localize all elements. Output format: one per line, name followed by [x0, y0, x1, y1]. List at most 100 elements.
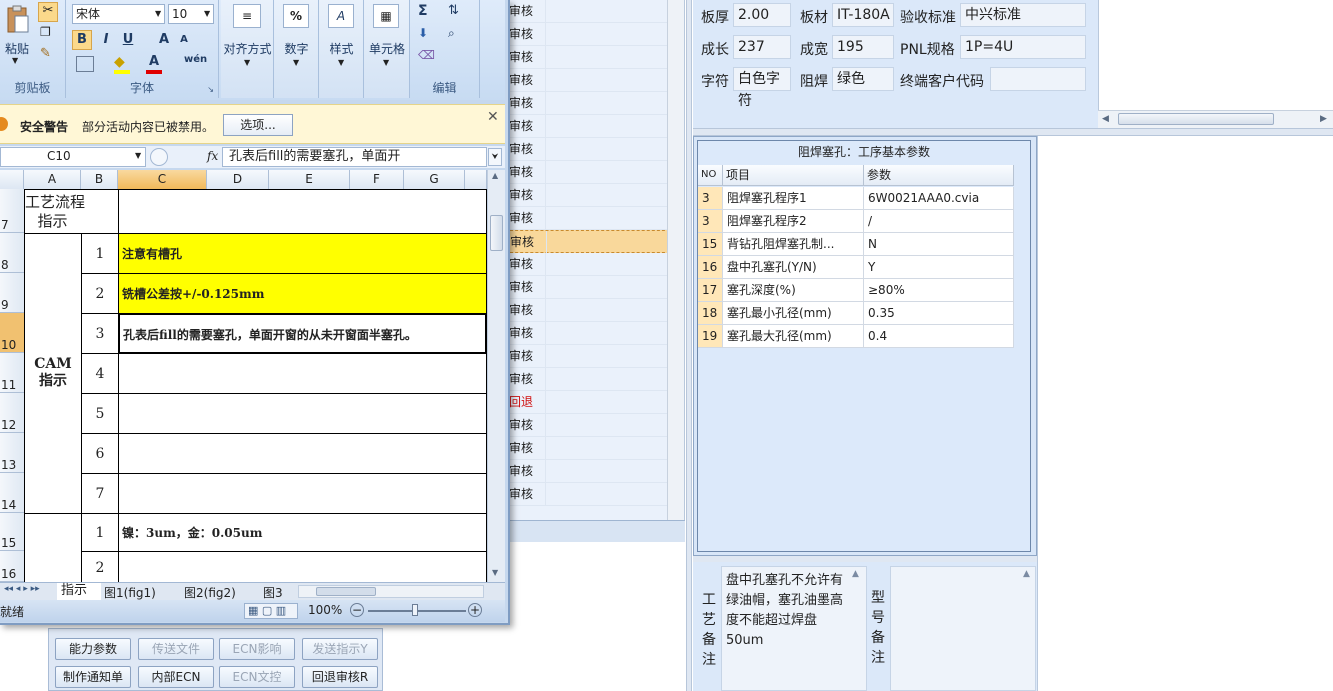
- list-row[interactable]: 审核: [505, 368, 670, 391]
- param-row-no[interactable]: 16: [698, 256, 723, 279]
- tab-hscroll-thumb[interactable]: [316, 587, 376, 596]
- zoom-level[interactable]: 100%: [308, 603, 342, 617]
- cell-b[interactable]: 1: [81, 513, 119, 552]
- param-row-no[interactable]: 17: [698, 279, 723, 302]
- param-row-value[interactable]: 6W0021AAA0.cvia: [864, 187, 1014, 210]
- cell-b[interactable]: 7: [81, 473, 119, 514]
- grow-font-button[interactable]: A: [154, 30, 174, 50]
- copy-icon[interactable]: ❐: [40, 25, 51, 39]
- cell-c[interactable]: 孔表后fill的需要塞孔，单面开窗的从未开窗面半塞孔。: [118, 313, 487, 354]
- col-header-no[interactable]: NO: [698, 165, 723, 186]
- security-options-button[interactable]: 选项...: [223, 114, 293, 136]
- row-header[interactable]: 11: [0, 353, 24, 393]
- fill-icon[interactable]: ⬇: [418, 26, 428, 40]
- cell-b[interactable]: 6: [81, 433, 119, 474]
- vertical-scroll-thumb[interactable]: [490, 215, 503, 251]
- column-header[interactable]: D: [207, 170, 269, 189]
- internal-ecn-button[interactable]: 内部ECN: [138, 666, 214, 688]
- paste-icon[interactable]: [6, 4, 30, 36]
- number-dropdown-icon[interactable]: ▼: [293, 58, 299, 67]
- vertical-scrollbar[interactable]: ▲ ▼: [487, 170, 505, 582]
- cell-b[interactable]: 2: [81, 551, 119, 583]
- scroll-down-arrow-icon[interactable]: ▼: [492, 568, 498, 577]
- param-row-value[interactable]: /: [864, 210, 1014, 233]
- number-group[interactable]: % 数字 ▼: [274, 0, 319, 98]
- list-row[interactable]: 审核: [505, 115, 670, 138]
- tab-fig3[interactable]: 图3: [263, 584, 283, 601]
- sort-icon[interactable]: ⇅: [448, 3, 459, 18]
- list-row[interactable]: 审核: [505, 437, 670, 460]
- param-row-value[interactable]: 0.35: [864, 302, 1014, 325]
- paste-button[interactable]: 粘贴: [2, 40, 32, 57]
- param-row-item[interactable]: 阻焊塞孔程序2: [723, 210, 864, 233]
- horizontal-splitter[interactable]: [693, 128, 1333, 136]
- format-painter-icon[interactable]: ✎: [40, 46, 51, 61]
- italic-button[interactable]: I: [96, 30, 116, 50]
- cell-c[interactable]: 注意有槽孔: [118, 233, 487, 274]
- find-icon[interactable]: ⌕: [448, 26, 455, 41]
- ecn-impact-button[interactable]: ECN影响: [219, 638, 295, 660]
- column-header[interactable]: C: [118, 170, 207, 189]
- cell-c[interactable]: [118, 551, 487, 583]
- list-row[interactable]: 审核: [505, 23, 670, 46]
- style-icon[interactable]: A: [328, 4, 354, 28]
- align-icon[interactable]: ≡: [233, 4, 261, 28]
- scroll-left-icon[interactable]: ◀: [1102, 114, 1109, 124]
- row-header[interactable]: 10: [0, 313, 24, 353]
- cell-b[interactable]: 3: [81, 313, 119, 354]
- pnl-field[interactable]: 1P=4U: [960, 35, 1086, 59]
- param-row-item[interactable]: 塞孔最大孔径(mm): [723, 325, 864, 348]
- cells-icon[interactable]: ▦: [373, 4, 399, 28]
- cell-a7[interactable]: 工艺流程 指示: [24, 189, 119, 234]
- alignment-group[interactable]: ≡ 对齐方式 ▼: [221, 0, 274, 98]
- style-button[interactable]: 样式: [319, 40, 364, 57]
- list-row[interactable]: 审核: [505, 207, 670, 230]
- scroll-up-icon-2[interactable]: ▲: [1023, 569, 1030, 579]
- close-warning-icon[interactable]: ✕: [487, 109, 499, 125]
- tab-fig2[interactable]: 图2(fig2): [184, 584, 236, 601]
- select-all-corner[interactable]: [0, 170, 24, 189]
- process-remark-text[interactable]: 盘中孔塞孔不允许有绿油帽，塞孔油墨高度不能超过焊盘50um: [721, 566, 867, 691]
- row-header[interactable]: 16: [0, 551, 24, 582]
- column-header[interactable]: E: [269, 170, 350, 189]
- zoom-in-icon[interactable]: +: [468, 603, 482, 617]
- list-row[interactable]: 审核: [505, 322, 670, 345]
- row-header[interactable]: 9: [0, 273, 24, 313]
- width-field[interactable]: 195: [832, 35, 894, 59]
- list-row[interactable]: 审核: [505, 69, 670, 92]
- param-row-no[interactable]: 19: [698, 325, 723, 348]
- cell-c[interactable]: [118, 473, 487, 514]
- cell-a15[interactable]: [24, 513, 82, 583]
- list-row[interactable]: 审核: [505, 483, 670, 506]
- formula-bar-toggle-icon[interactable]: [150, 148, 168, 166]
- cell-b[interactable]: 5: [81, 393, 119, 434]
- cell-b[interactable]: 4: [81, 353, 119, 394]
- standard-field[interactable]: 中兴标准: [960, 3, 1086, 27]
- vertical-splitter[interactable]: [686, 0, 692, 691]
- cells-group[interactable]: ▦ 单元格 ▼: [364, 0, 410, 98]
- sum-icon[interactable]: Σ: [418, 3, 428, 19]
- param-row-item[interactable]: 塞孔最小孔径(mm): [723, 302, 864, 325]
- fx-icon[interactable]: fx: [207, 149, 218, 163]
- list-row[interactable]: 审核: [505, 276, 670, 299]
- cell-c[interactable]: [118, 353, 487, 394]
- cell-c[interactable]: 铣槽公差按+/-0.125mm: [118, 273, 487, 314]
- bold-button[interactable]: B: [72, 30, 92, 50]
- expand-formula-icon[interactable]: ⮟: [488, 148, 502, 166]
- capability-params-button[interactable]: 能力参数: [55, 638, 131, 660]
- font-dialog-launcher-icon[interactable]: ↘: [207, 85, 214, 94]
- cell-b[interactable]: 1: [81, 233, 119, 274]
- char-field[interactable]: 白色字符: [733, 67, 791, 109]
- tab-fig1[interactable]: 图1(fig1): [104, 584, 156, 601]
- param-row-no[interactable]: 18: [698, 302, 723, 325]
- list-row[interactable]: 审核: [505, 253, 670, 276]
- scroll-up-arrow-icon[interactable]: ▲: [492, 171, 498, 180]
- zoom-out-icon[interactable]: −: [350, 603, 364, 617]
- cells-dropdown-icon[interactable]: ▼: [383, 58, 389, 67]
- list-row[interactable]: 审核: [505, 46, 670, 69]
- param-row-item[interactable]: 塞孔深度(%): [723, 279, 864, 302]
- return-review-button[interactable]: 回退审核R: [302, 666, 378, 688]
- phonetic-icon[interactable]: wén: [184, 54, 207, 65]
- param-row-item[interactable]: 背钻孔阻焊塞孔制...: [723, 233, 864, 256]
- style-dropdown-icon[interactable]: ▼: [338, 58, 344, 67]
